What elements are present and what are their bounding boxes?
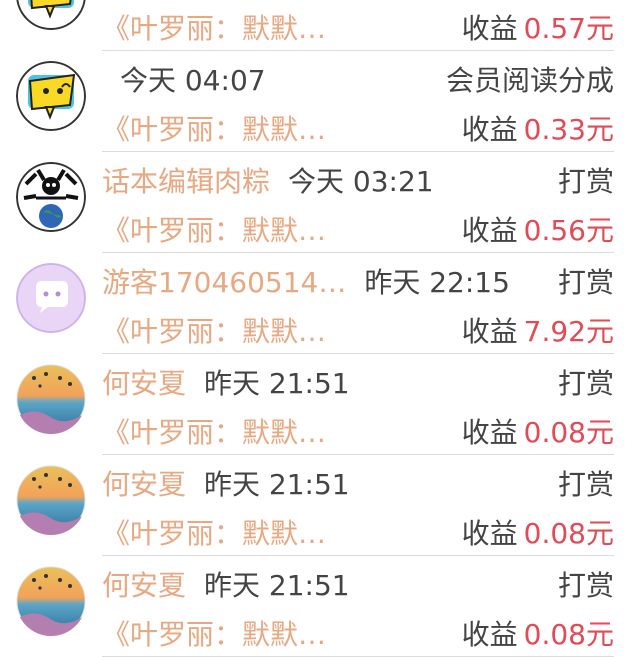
record-header: 今天 04:07 会员阅读分成	[102, 59, 614, 99]
record-type: 打赏	[557, 266, 614, 299]
avatar[interactable]	[16, 566, 86, 636]
user-name[interactable]: 游客170460514…	[102, 261, 346, 301]
earnings-label: 收益	[461, 416, 518, 449]
earning-record[interactable]: 话本编辑肉粽 今天 03:21 打赏 《叶罗丽：默默… 收益 0.56元	[0, 152, 640, 253]
earning-record[interactable]: 游客170460514… 昨天 22:15 打赏 《叶罗丽：默默… 收益 7.9…	[0, 253, 640, 354]
earnings-amount: 0.56元	[523, 214, 614, 247]
earnings-list: 《叶罗丽：默默… 收益 0.57元 今天 04:07 会员阅读分成 《叶罗丽：默…	[0, 0, 640, 657]
book-title[interactable]: 《叶罗丽：默默…	[102, 310, 350, 350]
sunset-icon	[16, 566, 86, 636]
avatar[interactable]	[16, 465, 86, 535]
record-time: 今天 04:07	[120, 64, 266, 97]
book-title[interactable]: 《叶罗丽：默默…	[102, 209, 350, 249]
record-time: 昨天 21:51	[204, 367, 350, 400]
earnings-label: 收益	[461, 315, 518, 348]
earnings-label: 收益	[461, 12, 518, 45]
earning-record[interactable]: 何安夏 昨天 21:51 打赏 《叶罗丽：默默… 收益 0.08元	[0, 455, 640, 556]
record-header: 何安夏 昨天 21:51 打赏	[102, 463, 614, 503]
earnings-label: 收益	[461, 517, 518, 550]
record-type: 会员阅读分成	[445, 64, 614, 97]
record-detail: 《叶罗丽：默默… 收益 0.08元	[102, 512, 614, 552]
chat-bubble-icon	[16, 263, 86, 333]
earnings-amount: 0.08元	[523, 618, 614, 651]
user-name[interactable]: 何安夏	[102, 362, 186, 402]
book-title[interactable]: 《叶罗丽：默默…	[102, 7, 350, 47]
record-detail: 《叶罗丽：默默… 收益 7.92元	[102, 310, 614, 350]
earnings-amount: 0.08元	[523, 517, 614, 550]
record-detail: 《叶罗丽：默默… 收益 0.33元	[102, 108, 614, 148]
record-time: 今天 03:21	[288, 165, 434, 198]
record-type: 打赏	[557, 165, 614, 198]
earnings-label: 收益	[461, 214, 518, 247]
earning-record[interactable]: 何安夏 昨天 21:51 打赏 《叶罗丽：默默… 收益 0.08元	[0, 354, 640, 455]
avatar[interactable]	[16, 0, 86, 30]
avatar[interactable]	[16, 263, 86, 333]
earning-record[interactable]: 今天 04:07 会员阅读分成 《叶罗丽：默默… 收益 0.33元	[0, 51, 640, 152]
avatar[interactable]	[16, 162, 86, 232]
record-detail: 《叶罗丽：默默… 收益 0.56元	[102, 209, 614, 249]
book-title[interactable]: 《叶罗丽：默默…	[102, 512, 350, 552]
record-header: 何安夏 昨天 21:51 打赏	[102, 362, 614, 402]
record-time: 昨天 21:51	[204, 569, 350, 602]
book-title[interactable]: 《叶罗丽：默默…	[102, 108, 350, 148]
record-type: 打赏	[557, 569, 614, 602]
earnings-label: 收益	[461, 113, 518, 146]
record-header: 游客170460514… 昨天 22:15 打赏	[102, 261, 614, 301]
record-detail: 《叶罗丽：默默… 收益 0.08元	[102, 411, 614, 451]
sunset-icon	[16, 465, 86, 535]
user-name[interactable]: 何安夏	[102, 564, 186, 604]
earnings-amount: 0.08元	[523, 416, 614, 449]
book-title[interactable]: 《叶罗丽：默默…	[102, 613, 350, 653]
earnings-label: 收益	[461, 618, 518, 651]
user-name[interactable]: 话本编辑肉粽	[102, 160, 270, 200]
earnings-amount: 0.57元	[523, 12, 614, 45]
record-type: 打赏	[557, 367, 614, 400]
avatar[interactable]	[16, 61, 86, 131]
earning-record[interactable]: 何安夏 昨天 21:51 打赏 《叶罗丽：默默… 收益 0.08元	[0, 556, 640, 657]
sunset-icon	[16, 364, 86, 434]
record-detail: 《叶罗丽：默默… 收益 0.08元	[102, 613, 614, 653]
record-type: 打赏	[557, 468, 614, 501]
record-header: 何安夏 昨天 21:51 打赏	[102, 564, 614, 604]
earth-icon	[16, 162, 86, 232]
earnings-amount: 7.92元	[523, 315, 614, 348]
earnings-amount: 0.33元	[523, 113, 614, 146]
book-title[interactable]: 《叶罗丽：默默…	[102, 411, 350, 451]
record-time: 昨天 21:51	[204, 468, 350, 501]
record-time: 昨天 22:15	[364, 266, 510, 299]
yellow-face-icon	[16, 61, 86, 131]
user-name[interactable]: 何安夏	[102, 463, 186, 503]
earning-record[interactable]: 《叶罗丽：默默… 收益 0.57元	[0, 0, 640, 51]
record-header: 话本编辑肉粽 今天 03:21 打赏	[102, 160, 614, 200]
record-detail: 《叶罗丽：默默… 收益 0.57元	[102, 7, 614, 47]
yellow-face-icon	[16, 0, 86, 30]
avatar[interactable]	[16, 364, 86, 434]
